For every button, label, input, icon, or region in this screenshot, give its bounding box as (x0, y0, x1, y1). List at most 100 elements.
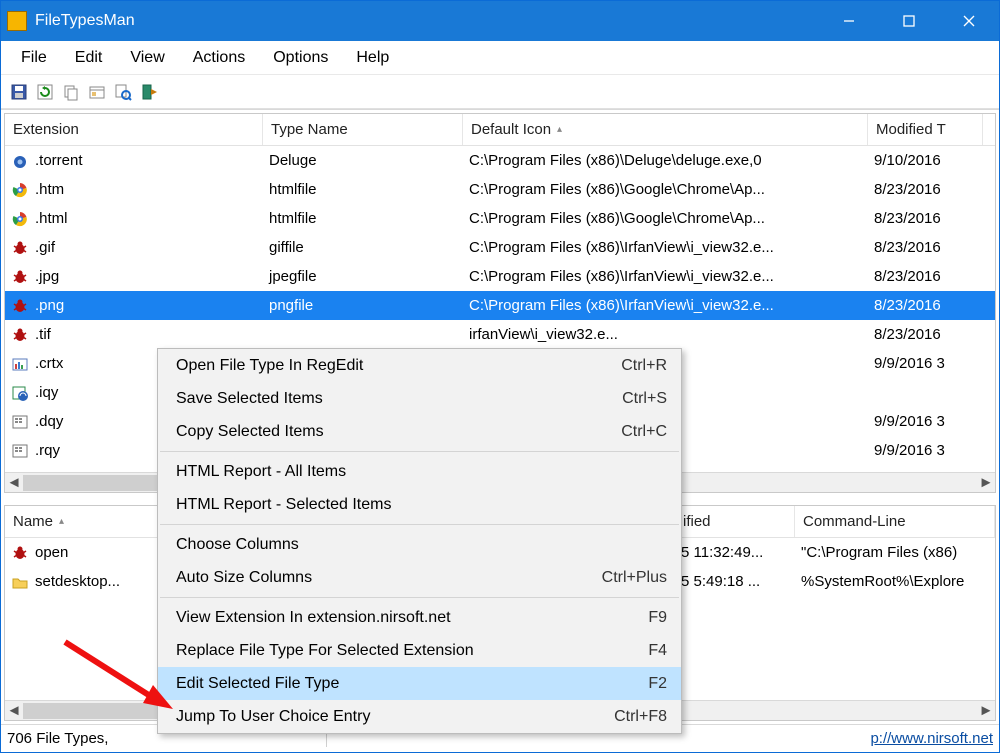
menu-file[interactable]: File (7, 45, 61, 71)
context-menu-item[interactable]: Choose Columns (158, 528, 681, 561)
menu-item-label: Edit Selected File Type (176, 675, 648, 693)
cell-type-name: giffile (263, 239, 463, 256)
bug-icon (11, 326, 29, 344)
menu-separator (160, 451, 679, 452)
menu-actions[interactable]: Actions (179, 45, 259, 71)
menu-item-accel: Ctrl+F8 (614, 708, 667, 726)
menu-item-label: View Extension In extension.nirsoft.net (176, 609, 648, 627)
maximize-button[interactable] (879, 1, 939, 41)
cell-name: setdesktop... (35, 573, 120, 590)
table-row[interactable]: .htmhtmlfileC:\Program Files (x86)\Googl… (5, 175, 995, 204)
nirsoft-link[interactable]: p://www.nirsoft.net (864, 730, 993, 747)
col-modified-time[interactable]: Modified T (868, 114, 983, 145)
context-menu-item[interactable]: HTML Report - All Items (158, 455, 681, 488)
exit-icon[interactable] (137, 80, 161, 104)
properties-icon[interactable] (85, 80, 109, 104)
cell-extension: .jpg (35, 268, 59, 285)
cell-command-line: %SystemRoot%\Explore (795, 573, 995, 590)
cell-name: open (35, 544, 68, 561)
context-menu-item[interactable]: Edit Selected File TypeF2 (158, 667, 681, 700)
cell-default-icon: C:\Program Files (x86)\Deluge\deluge.exe… (463, 152, 868, 169)
table-row[interactable]: .html htmlfileC:\Program Files (x86)\Goog… (5, 204, 995, 233)
menu-options[interactable]: Options (259, 45, 342, 71)
cell-default-icon: C:\Program Files (x86)\Google\Chrome\Ap.… (463, 210, 868, 227)
cell-default-icon: C:\Program Files (x86)\IrfanView\i_view3… (463, 268, 868, 285)
close-button[interactable] (939, 1, 999, 41)
cell-modified: 8/23/2016 (868, 181, 983, 198)
cell-modified: 8/23/2016 (868, 326, 983, 343)
refresh-icon[interactable] (33, 80, 57, 104)
chrome-icon (11, 181, 29, 199)
cell-default-icon: irfanView\i_view32.e... (463, 326, 868, 343)
bug-icon (11, 268, 29, 286)
chrome-icon (11, 210, 29, 228)
menu-separator (160, 597, 679, 598)
cell-extension: .html (35, 210, 68, 227)
menu-bar: File Edit View Actions Options Help (1, 41, 999, 75)
context-menu-item[interactable]: Copy Selected ItemsCtrl+C (158, 415, 681, 448)
minimize-button[interactable] (819, 1, 879, 41)
scroll-right-icon[interactable]: ► (977, 702, 995, 720)
cell-modified: 8/23/2016 (868, 268, 983, 285)
col-type-name[interactable]: Type Name (263, 114, 463, 145)
table-row[interactable]: .gifgiffileC:\Program Files (x86)\IrfanV… (5, 233, 995, 262)
scroll-right-icon[interactable]: ► (977, 474, 995, 492)
context-menu-item[interactable]: Jump To User Choice EntryCtrl+F8 (158, 700, 681, 733)
bug-icon (11, 544, 29, 562)
context-menu-item[interactable]: View Extension In extension.nirsoft.netF… (158, 601, 681, 634)
menu-item-label: Auto Size Columns (176, 569, 602, 587)
context-menu-item[interactable]: Save Selected ItemsCtrl+S (158, 382, 681, 415)
cell-default-icon: C:\Program Files (x86)\IrfanView\i_view3… (463, 297, 868, 314)
menu-item-accel: Ctrl+R (621, 357, 667, 375)
sort-asc-icon: ▴ (557, 124, 562, 135)
scroll-left-icon[interactable]: ◄ (5, 474, 23, 492)
menu-item-accel: F9 (648, 609, 667, 627)
window-title: FileTypesMan (35, 12, 819, 30)
menu-item-accel: Ctrl+S (622, 390, 667, 408)
menu-item-label: Jump To User Choice Entry (176, 708, 614, 726)
context-menu-item[interactable]: HTML Report - Selected Items (158, 488, 681, 521)
cell-extension: .htm (35, 181, 64, 198)
cell-type-name: htmlfile (263, 210, 463, 227)
table-row[interactable]: .pngpngfileC:\Program Files (x86)\IrfanV… (5, 291, 995, 320)
cell-default-icon: C:\Program Files (x86)\IrfanView\i_view3… (463, 239, 868, 256)
menu-edit[interactable]: Edit (61, 45, 117, 71)
context-menu-item[interactable]: Auto Size ColumnsCtrl+Plus (158, 561, 681, 594)
menu-item-label: Open File Type In RegEdit (176, 357, 621, 375)
scroll-left-icon[interactable]: ◄ (5, 702, 23, 720)
menu-item-label: HTML Report - All Items (176, 463, 667, 481)
menu-item-accel: Ctrl+Plus (602, 569, 667, 587)
torrent-icon (11, 152, 29, 170)
bug-icon (11, 297, 29, 315)
context-menu-item[interactable]: Replace File Type For Selected Extension… (158, 634, 681, 667)
menu-view[interactable]: View (116, 45, 178, 71)
table-row[interactable]: .jpgjpegfileC:\Program Files (x86)\Irfan… (5, 262, 995, 291)
app-icon (7, 11, 27, 31)
find-icon[interactable] (111, 80, 135, 104)
cell-extension: .tif (35, 326, 51, 343)
dqy-icon (11, 413, 29, 431)
cell-command-line: "C:\Program Files (x86) (795, 544, 995, 561)
title-bar: FileTypesMan (1, 1, 999, 41)
save-icon[interactable] (7, 80, 31, 104)
cell-modified: 9/9/2016 3 (868, 355, 983, 372)
copy-icon[interactable] (59, 80, 83, 104)
cell-extension: .crtx (35, 355, 63, 372)
chart-icon (11, 355, 29, 373)
context-menu: Open File Type In RegEditCtrl+RSave Sele… (157, 348, 682, 734)
menu-help[interactable]: Help (342, 45, 403, 71)
context-menu-item[interactable]: Open File Type In RegEditCtrl+R (158, 349, 681, 382)
top-header-row: Extension Type Name Default Icon▴ Modifi… (5, 114, 995, 146)
menu-item-accel: F4 (648, 642, 667, 660)
iqy-icon (11, 384, 29, 402)
cell-extension: .rqy (35, 442, 60, 459)
menu-item-label: Replace File Type For Selected Extension (176, 642, 648, 660)
col-command-line[interactable]: Command-Line (795, 506, 995, 537)
cell-type-name: htmlfile (263, 181, 463, 198)
col-default-icon[interactable]: Default Icon▴ (463, 114, 868, 145)
table-row[interactable]: .tif irfanView\i_view32.e...8/23/2016 (5, 320, 995, 349)
col-modified[interactable]: ified (675, 506, 795, 537)
table-row[interactable]: .torrentDelugeC:\Program Files (x86)\Del… (5, 146, 995, 175)
toolbar (1, 75, 999, 109)
col-extension[interactable]: Extension (5, 114, 263, 145)
